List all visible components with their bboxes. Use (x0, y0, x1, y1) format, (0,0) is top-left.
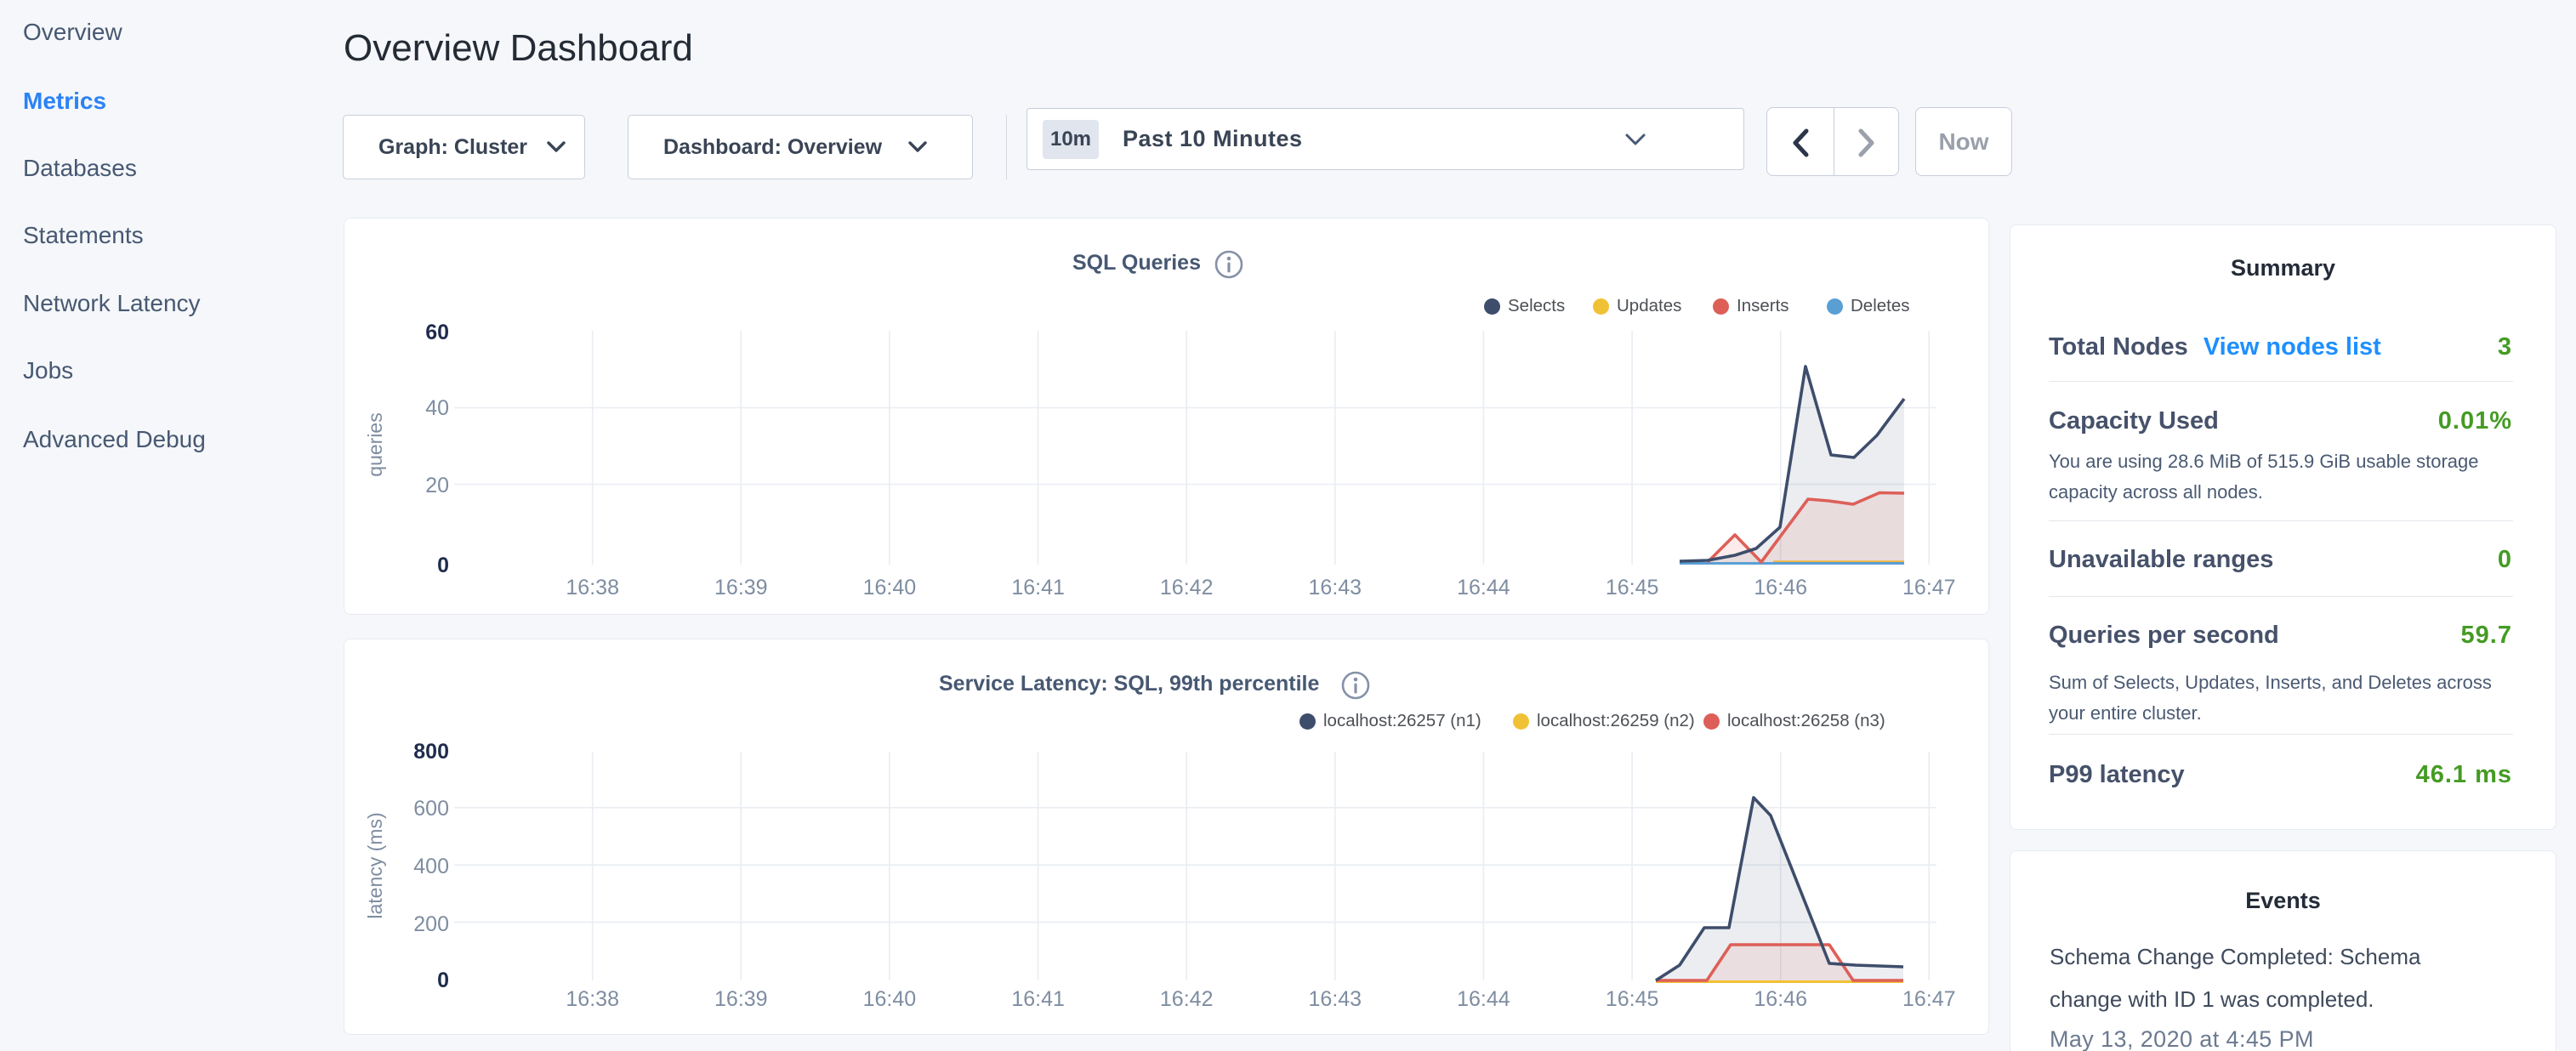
svg-text:16:41: 16:41 (1011, 987, 1065, 1011)
svg-text:16:41: 16:41 (1011, 576, 1065, 599)
svg-text:16:43: 16:43 (1309, 576, 1362, 599)
svg-text:queries: queries (364, 412, 386, 476)
svg-text:16:46: 16:46 (1754, 987, 1807, 1011)
svg-text:16:38: 16:38 (566, 576, 619, 599)
svg-text:600: 600 (413, 797, 449, 821)
svg-text:40: 40 (425, 396, 449, 420)
svg-text:16:39: 16:39 (714, 576, 768, 599)
svg-text:16:44: 16:44 (1457, 576, 1510, 599)
svg-text:16:39: 16:39 (714, 987, 768, 1011)
svg-text:16:40: 16:40 (863, 987, 917, 1011)
svg-text:16:45: 16:45 (1606, 576, 1659, 599)
svg-text:60: 60 (425, 321, 449, 344)
svg-text:0: 0 (437, 969, 449, 992)
svg-text:16:42: 16:42 (1160, 987, 1214, 1011)
svg-text:200: 200 (413, 912, 449, 936)
svg-text:800: 800 (413, 740, 449, 764)
svg-text:16:40: 16:40 (863, 576, 917, 599)
svg-text:400: 400 (413, 855, 449, 878)
svg-text:16:44: 16:44 (1457, 987, 1510, 1011)
svg-text:20: 20 (425, 474, 449, 497)
svg-text:16:38: 16:38 (566, 987, 619, 1011)
svg-text:16:45: 16:45 (1606, 987, 1659, 1011)
svg-text:16:42: 16:42 (1160, 576, 1214, 599)
svg-text:0: 0 (437, 554, 449, 577)
svg-text:16:47: 16:47 (1902, 576, 1956, 599)
svg-text:latency (ms): latency (ms) (364, 812, 386, 918)
svg-text:16:47: 16:47 (1902, 987, 1956, 1011)
svg-text:16:46: 16:46 (1754, 576, 1807, 599)
svg-text:16:43: 16:43 (1309, 987, 1362, 1011)
